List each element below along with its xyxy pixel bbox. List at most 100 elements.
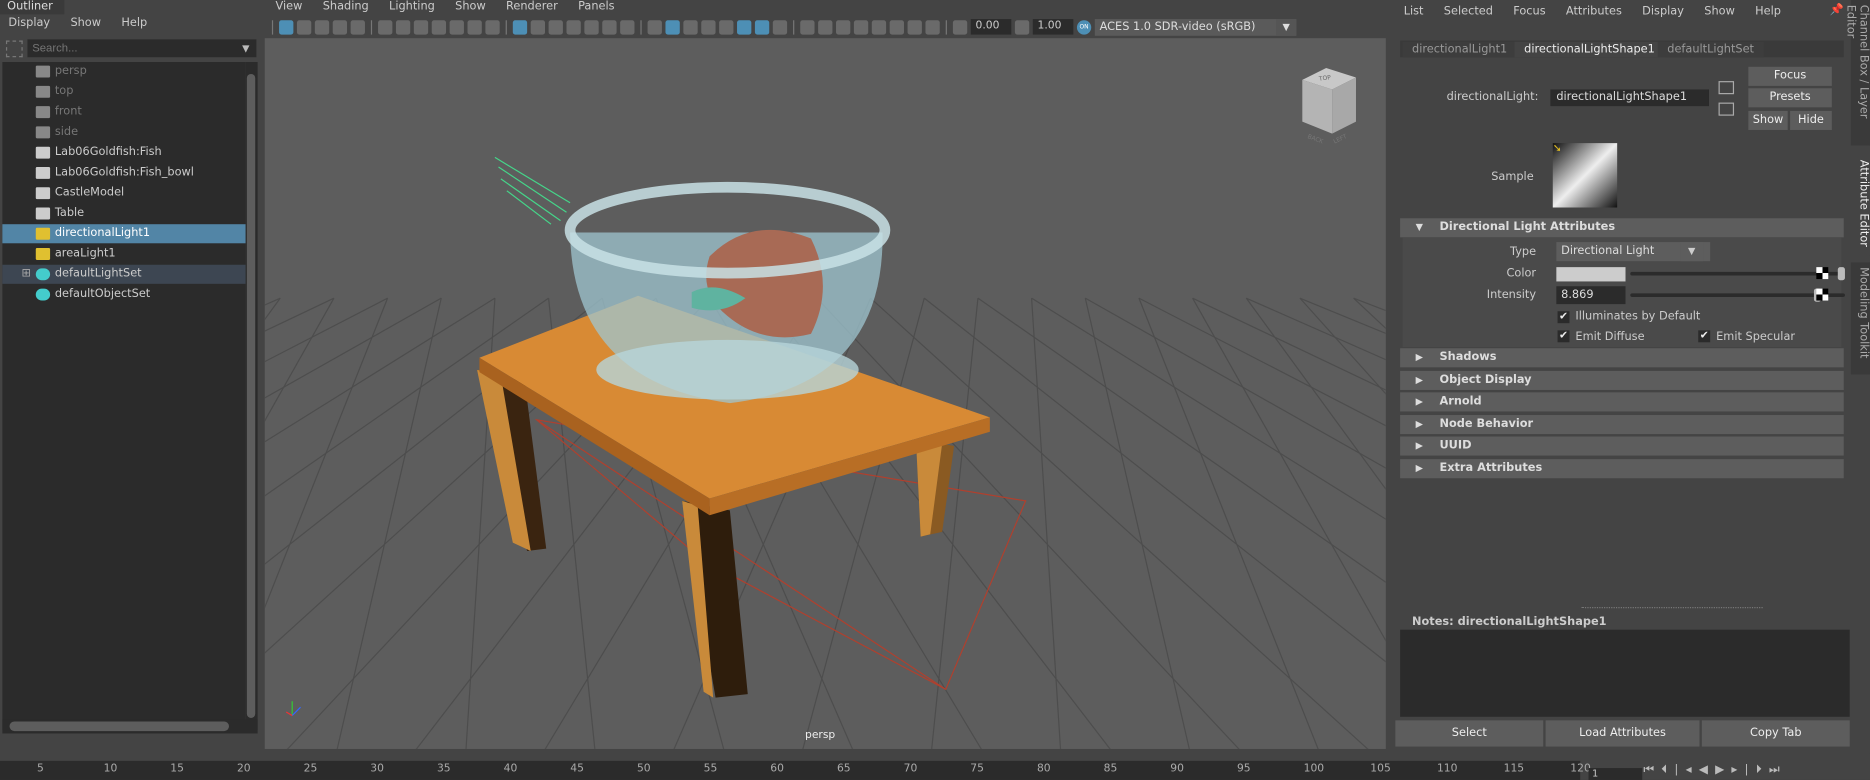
select-button[interactable]: Select [1395, 720, 1544, 747]
notes-textarea[interactable] [1400, 629, 1850, 717]
outliner-item[interactable]: front [2, 103, 245, 122]
outliner-item[interactable]: ⊞ defaultLightSet [2, 264, 246, 284]
3d-viewport[interactable]: persp TOP BACK LEFT [264, 38, 1386, 749]
gamma-icon[interactable] [1014, 19, 1030, 34]
node-name-field[interactable]: directionalLightShape1 [1550, 89, 1709, 107]
color-management-toggle[interactable]: ON [1076, 19, 1092, 34]
ae-menu-list[interactable]: List [1404, 5, 1424, 18]
outliner-item[interactable]: areaLight1 [2, 244, 245, 263]
ae-menu-focus[interactable]: Focus [1513, 5, 1545, 18]
outliner-item[interactable]: Table [2, 204, 245, 223]
section-uuid[interactable]: ▶ UUID [1400, 436, 1844, 456]
color-slider-thumb[interactable] [1837, 267, 1845, 281]
outliner-vertical-scrollbar[interactable] [245, 62, 258, 730]
color-slider[interactable] [1630, 267, 1845, 281]
select-camera-icon[interactable] [279, 19, 294, 34]
expand-icon[interactable]: ⊞ [21, 265, 31, 284]
section-node-behavior[interactable]: ▶ Node Behavior [1400, 414, 1844, 434]
outliner-search-input[interactable] [27, 39, 257, 58]
exposure-field[interactable]: 0.00 [970, 19, 1012, 35]
ae-menu-help[interactable]: Help [1755, 5, 1781, 18]
focus-button[interactable]: Focus [1748, 66, 1832, 86]
xray-active-icon[interactable] [907, 19, 922, 34]
map-button-icon[interactable] [1816, 288, 1829, 301]
play-backward-icon[interactable]: ◀ [1699, 763, 1715, 776]
section-extra-attributes[interactable]: ▶ Extra Attributes [1400, 458, 1844, 478]
step-back-icon[interactable]: ⏴ [1661, 763, 1674, 776]
anti-alias-icon[interactable] [836, 19, 851, 34]
side-tab-channel-box[interactable]: Channel Box / Layer Editor [1844, 0, 1870, 146]
exposure-icon[interactable] [952, 19, 968, 34]
time-slider[interactable]: 5 10 15 20 25 30 35 40 45 50 55 60 65 70 75 80 85 90 95 100… [0, 753, 1870, 780]
show-button[interactable]: Show [1748, 110, 1788, 130]
safe-title-icon[interactable] [620, 19, 635, 34]
isolate-select-icon[interactable] [871, 19, 887, 34]
presets-button[interactable]: Presets [1748, 88, 1832, 108]
lock-camera-icon[interactable] [395, 19, 411, 34]
tab-directionalLightShape1[interactable]: directionalLightShape1 [1514, 41, 1665, 58]
go-to-start-icon[interactable]: ⏮ [1643, 763, 1661, 776]
wireframe-on-shaded-icon[interactable] [701, 19, 716, 34]
illuminates-by-default-checkbox[interactable]: ✔ [1557, 311, 1570, 324]
resolution-gate-icon[interactable] [548, 19, 563, 34]
safe-action-icon[interactable] [602, 19, 617, 34]
load-attributes-button[interactable]: Load Attributes [1545, 720, 1700, 747]
motion-blur-icon[interactable] [818, 19, 833, 34]
outliner-item[interactable]: defaultObjectSet [2, 285, 245, 304]
copy-tab-button[interactable]: Copy Tab [1701, 720, 1850, 747]
play-forward-icon[interactable]: ▶ [1715, 763, 1731, 776]
ae-menu-selected[interactable]: Selected [1444, 5, 1493, 18]
bookmark-icon[interactable] [314, 19, 330, 34]
2d-pan-icon[interactable] [350, 19, 365, 34]
outliner-item[interactable]: Lab06Goldfish:Fish_bowl [2, 163, 245, 182]
map-button-icon[interactable] [1816, 267, 1829, 280]
section-arnold[interactable]: ▶ Arnold [1400, 392, 1844, 412]
xray-icon[interactable] [719, 19, 734, 34]
color-swatch[interactable] [1556, 267, 1626, 282]
depth-of-field-icon[interactable] [853, 19, 869, 34]
paint-icon[interactable] [485, 19, 500, 34]
outliner-menu-show[interactable]: Show [70, 17, 101, 30]
ae-menu-show[interactable]: Show [1704, 5, 1735, 18]
section-shadows[interactable]: ▶ Shadows [1400, 348, 1844, 368]
ae-menu-attributes[interactable]: Attributes [1566, 5, 1622, 18]
search-dropdown-icon[interactable]: ▼ [242, 43, 249, 54]
current-frame-field[interactable]: 1 [1588, 768, 1643, 780]
side-tab-modeling-toolkit[interactable]: Modeling Toolkit [1850, 262, 1870, 375]
intensity-field[interactable]: 8.869 [1556, 286, 1626, 305]
timeline-ruler[interactable]: 5 10 15 20 25 30 35 40 45 50 55 60 65 70 75 80 85 90 95 100… [0, 760, 1591, 780]
textured-icon[interactable] [737, 19, 752, 34]
emit-diffuse-checkbox[interactable]: ✔ [1557, 330, 1570, 343]
hide-button[interactable]: Hide [1790, 110, 1832, 130]
outliner-item[interactable]: persp [2, 62, 245, 81]
menu-show[interactable]: Show [455, 0, 486, 13]
menu-shading[interactable]: Shading [323, 0, 369, 13]
next-key-icon[interactable]: ▸| [1731, 763, 1755, 776]
bookmark-icon[interactable] [431, 19, 447, 34]
pin-icon[interactable]: 📌 [1829, 4, 1843, 17]
menu-view[interactable]: View [275, 0, 302, 13]
prev-key-icon[interactable]: |◂ [1674, 763, 1698, 776]
outliner-item[interactable]: CastleModel [2, 184, 245, 203]
input-connection-icon[interactable] [1718, 81, 1735, 95]
gamma-field[interactable]: 1.00 [1032, 19, 1074, 35]
intensity-slider[interactable] [1630, 288, 1845, 302]
image-plane-icon[interactable] [332, 19, 348, 34]
outliner-item[interactable]: top [2, 82, 245, 101]
shaded-wireframe-icon[interactable] [683, 19, 698, 34]
film-gate-icon[interactable] [530, 19, 546, 34]
grid-icon[interactable] [512, 19, 528, 34]
side-tab-attribute-editor[interactable]: Attribute Editor [1850, 155, 1870, 256]
outliner-item[interactable]: Lab06Goldfish:Fish [2, 143, 245, 162]
ambient-occlusion-icon[interactable] [800, 19, 815, 34]
backface-icon[interactable] [925, 19, 940, 34]
pan-zoom-icon[interactable] [467, 19, 482, 34]
color-space-dropdown[interactable]: ACES 1.0 SDR-video (sRGB) ▼ [1094, 18, 1297, 36]
filter-icon[interactable] [5, 40, 23, 58]
tab-defaultLightSet[interactable]: defaultLightSet [1657, 41, 1764, 58]
outliner-horizontal-scrollbar[interactable] [2, 719, 258, 734]
outliner-item[interactable]: directionalLight1 [2, 224, 246, 244]
grease-pencil-icon[interactable] [449, 19, 464, 34]
field-chart-icon[interactable] [584, 19, 599, 34]
xray-joints-icon[interactable] [889, 19, 904, 34]
